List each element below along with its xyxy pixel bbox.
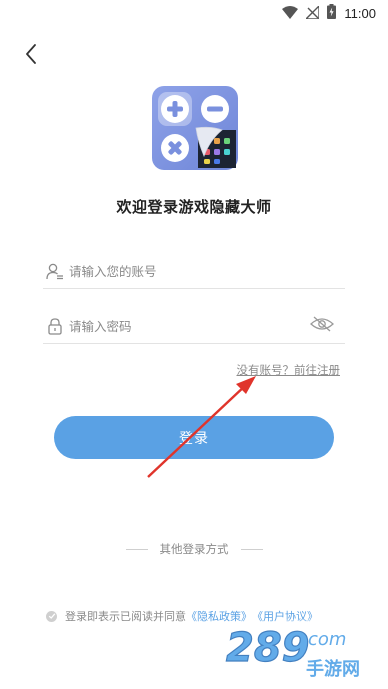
- user-icon: [45, 261, 65, 281]
- page-title: 欢迎登录游戏隐藏大师: [116, 198, 272, 216]
- divider-line-left: [125, 548, 148, 550]
- eye-hidden-icon: [310, 316, 334, 336]
- divider-line-right: [240, 548, 263, 550]
- account-field: [43, 254, 345, 289]
- wifi-icon: [282, 4, 299, 23]
- privacy-policy-link[interactable]: 《隐私政策》: [186, 608, 252, 624]
- battery-charging-icon: [327, 4, 337, 23]
- password-visibility-toggle[interactable]: [309, 316, 335, 336]
- user-agreement-link[interactable]: 《用户协议》: [252, 608, 318, 624]
- login-screen: 11:00 欢迎登录游戏隐藏大师 请输入您的账号 没有账号？前往注册 登录 其他…: [0, 0, 388, 689]
- svg-text:289: 289: [226, 625, 310, 671]
- agreement-prefix: 登录即表示已阅读并同意: [65, 610, 186, 623]
- agreement-checkbox[interactable]: [46, 610, 57, 622]
- svg-text:手游网: 手游网: [306, 658, 360, 680]
- agreement-row: 登录即表示已阅读并同意 《隐私政策》 《用户协议》: [46, 608, 318, 624]
- app-logo: [152, 86, 238, 170]
- svg-text:com: com: [308, 629, 346, 650]
- no-signal-icon: [304, 4, 321, 23]
- status-time: 11:00: [344, 6, 376, 21]
- chevron-left-icon: [25, 44, 37, 68]
- status-icons: 11:00: [282, 4, 376, 23]
- account-input[interactable]: [69, 263, 345, 279]
- lock-icon: [45, 316, 65, 336]
- register-link[interactable]: 没有账号？前往注册: [237, 362, 341, 378]
- back-button[interactable]: [18, 42, 44, 70]
- other-login-label[interactable]: 其他登录方式: [160, 541, 229, 557]
- login-button[interactable]: 登录: [54, 416, 334, 459]
- password-input[interactable]: [69, 318, 309, 334]
- other-login-divider: 其他登录方式: [0, 541, 388, 557]
- status-bar: 11:00: [0, 0, 388, 28]
- password-field: [43, 309, 345, 344]
